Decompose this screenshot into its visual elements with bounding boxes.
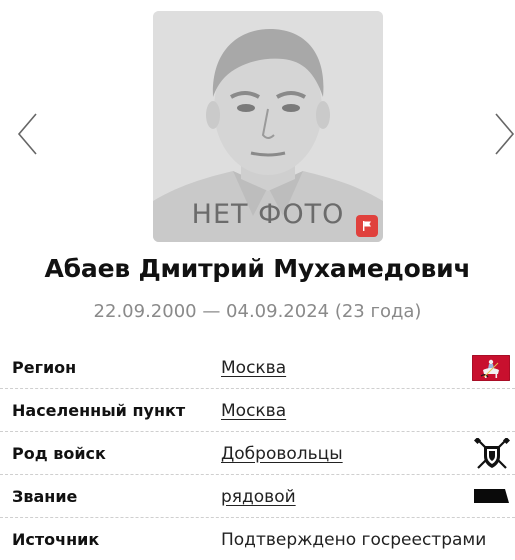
- flag-icon: [363, 221, 371, 231]
- next-arrow-button[interactable]: [492, 112, 515, 156]
- report-flag-button[interactable]: [356, 215, 378, 237]
- rank-insignia-icon: [472, 487, 510, 505]
- region-link[interactable]: Москва: [221, 358, 286, 378]
- chevron-left-icon: [17, 113, 37, 155]
- detail-row-rank: Звание рядовой: [0, 475, 515, 518]
- branch-label: Род войск: [12, 444, 106, 463]
- rank-label: Звание: [12, 487, 78, 506]
- prev-arrow-button[interactable]: [16, 112, 40, 156]
- branch-link[interactable]: Добровольцы: [221, 444, 343, 464]
- chevron-right-icon: [495, 113, 515, 155]
- settlement-label: Населенный пункт: [12, 401, 186, 420]
- rank-link[interactable]: рядовой: [221, 487, 296, 507]
- no-photo-label: НЕТ ФОТО: [191, 199, 345, 230]
- detail-row-settlement: Населенный пункт Москва: [0, 389, 515, 432]
- details-table: Регион Москва Населенный пункт Москва Ро…: [0, 346, 515, 560]
- volunteers-emblem-icon: [474, 438, 510, 470]
- detail-row-branch: Род войск Добровольцы: [0, 432, 515, 475]
- moscow-coat-of-arms-icon: [472, 355, 510, 381]
- source-label: Источник: [12, 530, 100, 549]
- region-label: Регион: [12, 358, 77, 377]
- settlement-link[interactable]: Москва: [221, 401, 286, 421]
- portrait-photo: НЕТ ФОТО: [153, 11, 383, 242]
- detail-row-source: Источник Подтверждено госреестрами: [0, 518, 515, 560]
- detail-row-region: Регион Москва: [0, 346, 515, 389]
- source-value: Подтверждено госреестрами: [221, 530, 487, 550]
- memorial-card: НЕТ ФОТО Абаев Дмитрий Мухамедович 22.09…: [0, 0, 515, 560]
- life-dates: 22.09.2000 — 04.09.2024 (23 года): [93, 301, 422, 322]
- person-name: Абаев Дмитрий Мухамедович: [44, 254, 471, 283]
